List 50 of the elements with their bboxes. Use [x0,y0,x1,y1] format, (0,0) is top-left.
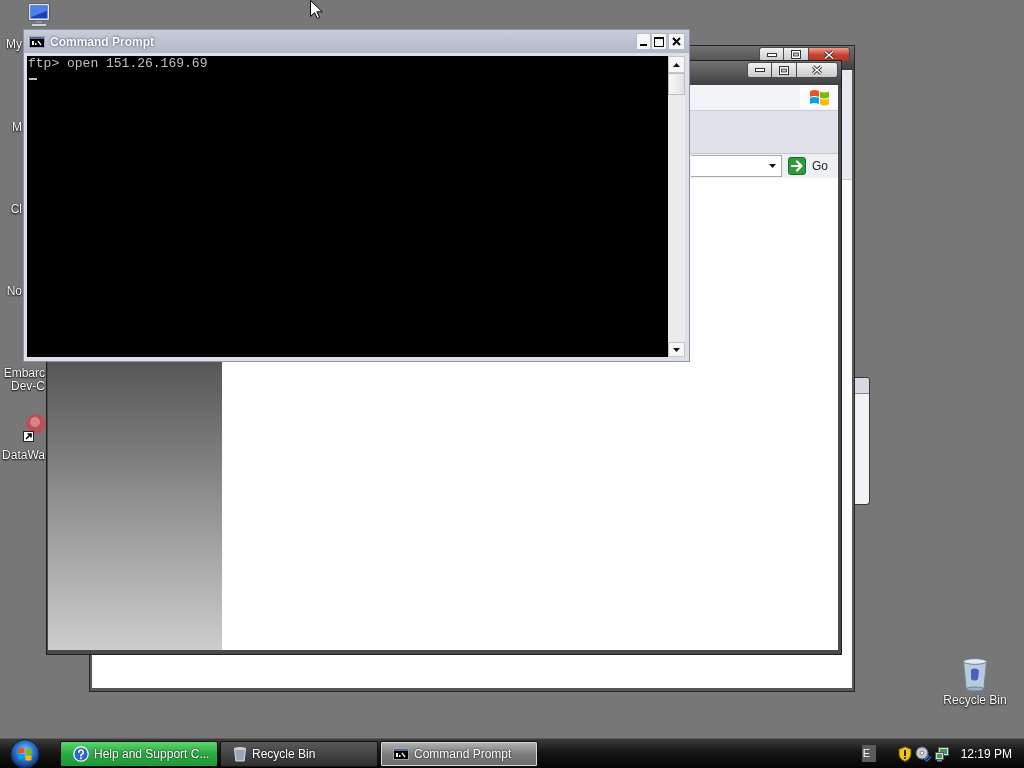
down-arrow-icon [673,347,680,352]
console-line: ftp> open 151.26.169.69 [28,58,208,70]
icon-label[interactable]: No [6,285,22,298]
language-indicator[interactable]: E [861,745,876,762]
go-button[interactable]: Go [786,155,838,177]
help-icon [73,745,89,762]
recycle-bin-icon [233,745,247,762]
maximize-button[interactable] [651,33,667,50]
windows-orb-icon [8,738,42,768]
scrollbar[interactable] [668,56,685,357]
recycle-bin-icon[interactable] [960,656,990,692]
console-icon [393,747,409,760]
dropdown-caret-icon[interactable] [769,164,776,168]
minimize-button[interactable] [636,33,651,50]
go-arrow-icon [788,157,806,175]
taskbar-button[interactable]: Help and Support C... [60,740,218,767]
minimize-button[interactable] [747,62,772,78]
app-shortcut-icon[interactable] [23,412,46,442]
icon-label[interactable]: Recycle Bin [943,694,1007,707]
minimize-icon [754,68,765,72]
maximize-button[interactable] [771,62,797,78]
minimize-icon [766,52,777,57]
taskbar-button[interactable]: Command Prompt [380,740,538,767]
scroll-up-button[interactable] [668,56,685,73]
scroll-down-button[interactable] [668,342,685,357]
close-button[interactable] [796,62,838,78]
console-icon [29,35,45,48]
disc-icon[interactable] [914,745,931,762]
icon-label[interactable]: Cl [10,203,22,216]
scrollbar-thumb[interactable] [668,73,685,95]
close-icon [672,37,681,46]
window-title: Command Prompt [50,33,154,51]
icon-label[interactable]: DataWa [2,449,45,462]
close-button[interactable] [668,33,685,50]
address-field[interactable] [691,155,782,177]
text-cursor-icon [29,78,37,80]
computer-icon[interactable] [25,3,53,27]
icon-label[interactable]: Embarc Dev-C [3,367,45,393]
shield-icon[interactable] [897,745,912,762]
taskbar-button[interactable]: Recycle Bin [220,740,378,767]
network-icon[interactable] [933,745,950,762]
up-arrow-icon [673,62,680,67]
close-icon [811,65,823,75]
close-icon [823,49,835,60]
icon-label[interactable]: My [6,38,22,51]
maximize-icon [654,36,664,47]
clock[interactable]: 12:19 PM [960,744,1012,763]
pointer-icon [310,0,323,19]
start-button[interactable] [8,738,42,768]
icon-label[interactable]: M [12,121,22,134]
